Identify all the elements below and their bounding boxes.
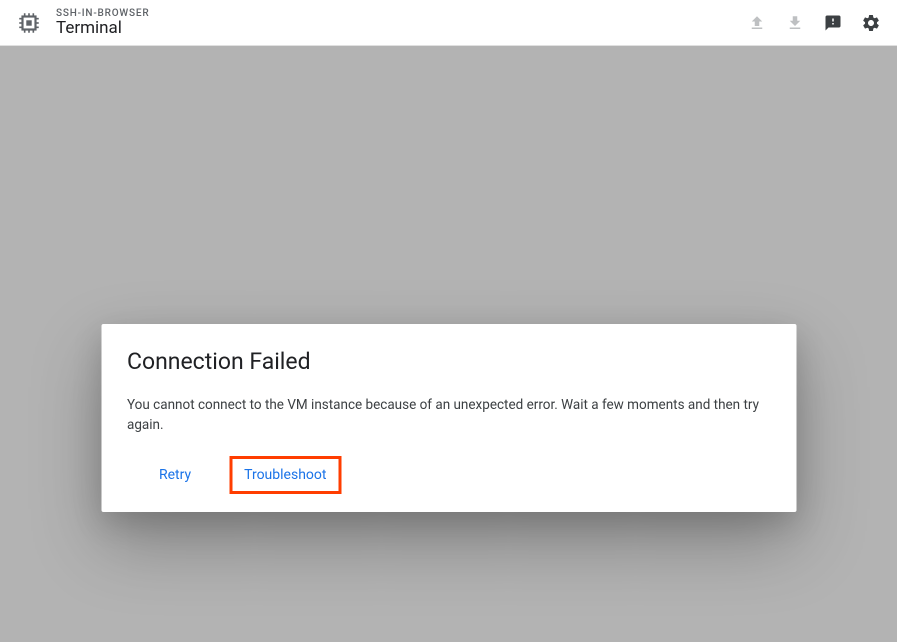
header-right — [747, 13, 881, 33]
dialog-title: Connection Failed — [127, 348, 770, 375]
connection-failed-dialog: Connection Failed You cannot connect to … — [101, 324, 796, 512]
feedback-icon[interactable] — [823, 13, 843, 33]
header-subtitle: SSH-IN-BROWSER — [56, 8, 149, 19]
gear-icon[interactable] — [861, 13, 881, 33]
retry-button[interactable]: Retry — [145, 457, 205, 493]
app-header: SSH-IN-BROWSER Terminal — [0, 0, 897, 46]
upload-icon — [747, 13, 767, 33]
header-title: Terminal — [56, 19, 149, 38]
troubleshoot-button[interactable]: Troubleshoot — [229, 456, 341, 494]
header-left: SSH-IN-BROWSER Terminal — [16, 8, 149, 38]
dialog-actions: Retry Troubleshoot — [127, 456, 770, 494]
chip-icon — [16, 10, 42, 36]
content-area: Connection Failed You cannot connect to … — [0, 46, 897, 642]
dialog-body: You cannot connect to the VM instance be… — [127, 395, 770, 436]
download-icon — [785, 13, 805, 33]
title-group: SSH-IN-BROWSER Terminal — [56, 8, 149, 38]
